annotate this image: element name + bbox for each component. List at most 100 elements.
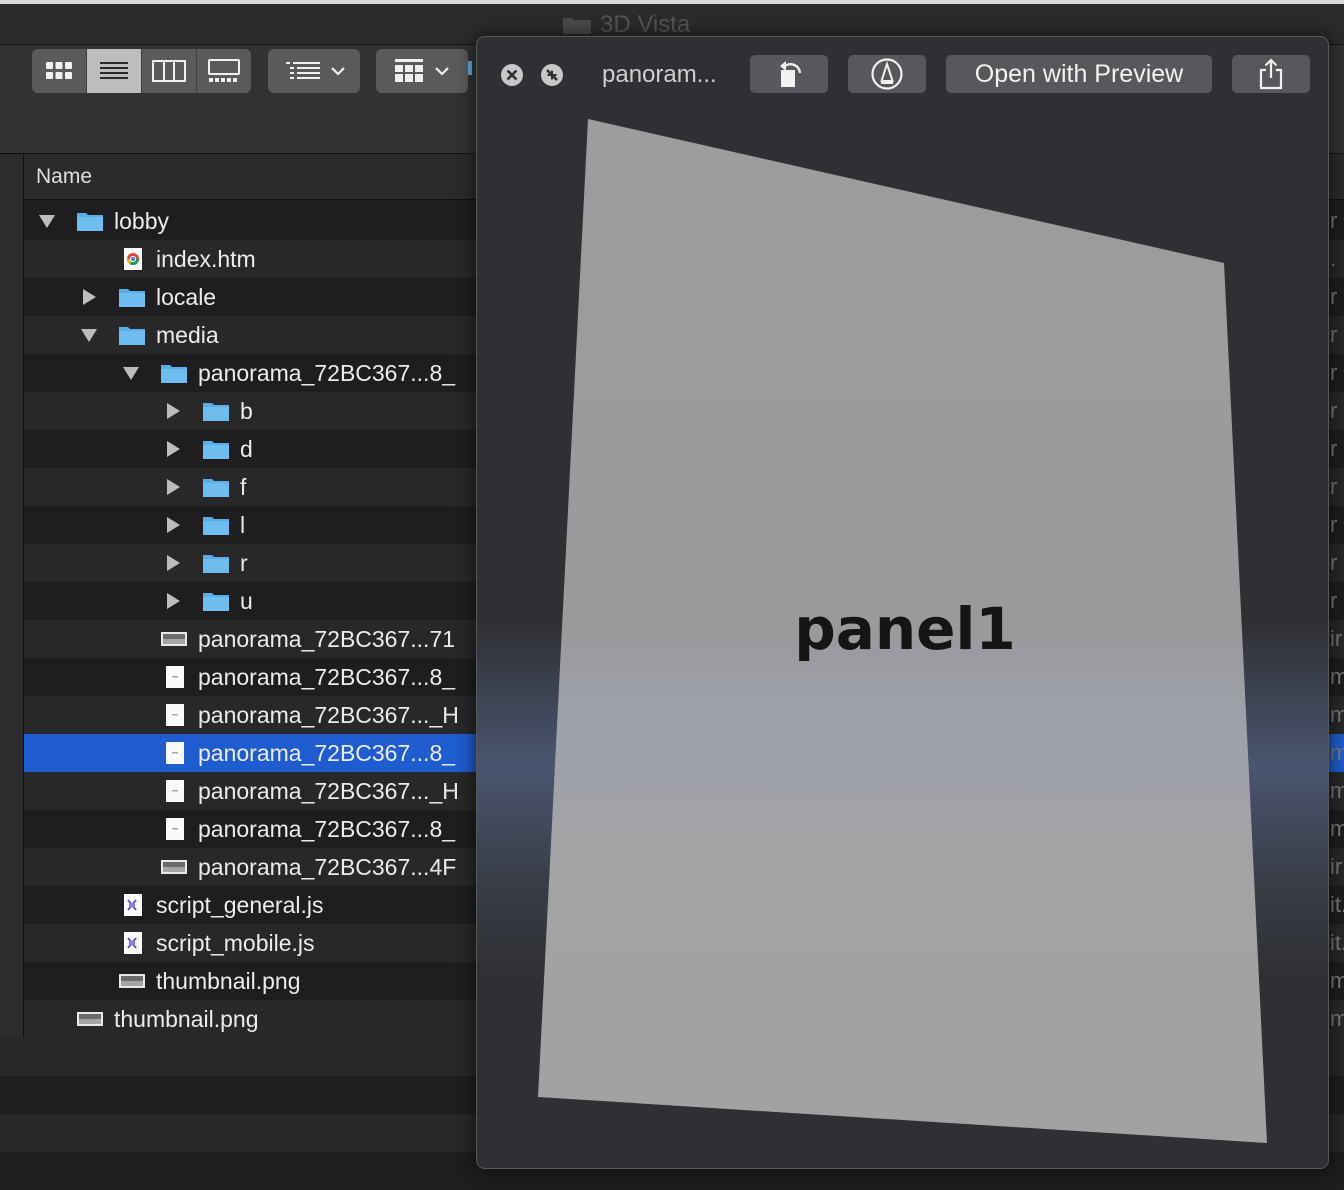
kind-column-fragment: ir [1330, 626, 1343, 651]
share-button[interactable] [1232, 55, 1310, 93]
kind-column-fragment: m [1330, 740, 1344, 765]
kind-column-fragment: r [1330, 360, 1338, 385]
preview-image: panel1 [538, 119, 1267, 1143]
list-icon [100, 62, 128, 79]
gallery-icon [208, 59, 240, 82]
file-name-label: r [240, 550, 248, 576]
folder-icon [119, 289, 145, 307]
blank-file-icon [166, 780, 184, 802]
blank-file-icon [166, 666, 184, 688]
file-name-label: thumbnail.png [114, 1006, 259, 1032]
image-file-icon [119, 974, 145, 988]
file-name-label: locale [156, 284, 217, 310]
blank-file-icon [166, 742, 184, 764]
kind-column-fragment: it. [1330, 930, 1344, 955]
file-name-label: panorama_72BC367...8_ [198, 360, 456, 386]
disclosure-open-icon[interactable] [80, 327, 98, 343]
rotate-left-icon [780, 61, 802, 87]
close-icon[interactable] [500, 63, 524, 87]
file-name-label: f [240, 474, 247, 500]
file-name-label: panorama_72BC367...4F [198, 854, 457, 880]
panel-text: panel1 [794, 595, 1016, 663]
file-name-label: thumbnail.png [156, 968, 301, 994]
file-name-label: b [240, 398, 253, 424]
file-name-label: lobby [114, 208, 169, 234]
js-file-icon [124, 932, 142, 954]
folder-icon [203, 441, 229, 459]
file-name-label: l [240, 512, 246, 538]
column-view-button[interactable] [142, 49, 197, 93]
disclosure-closed-icon[interactable] [80, 289, 98, 305]
file-name-label: panorama_72BC367..._H [198, 702, 459, 728]
columns-icon [152, 60, 186, 82]
file-name-label: panorama_72BC367...8_ [198, 816, 456, 842]
disclosure-closed-icon[interactable] [164, 555, 182, 571]
kind-column-fragment: r [1330, 588, 1338, 613]
disclosure-open-icon[interactable] [122, 365, 140, 381]
list-view-button[interactable] [87, 49, 142, 93]
file-name-label: script_mobile.js [156, 930, 315, 956]
kind-column-fragment: r [1330, 398, 1338, 423]
folder-icon [203, 517, 229, 535]
disclosure-closed-icon[interactable] [164, 441, 182, 457]
kind-column-fragment: m [1330, 1006, 1344, 1031]
disclosure-closed-icon[interactable] [164, 479, 182, 495]
kind-column-fragment: r [1330, 550, 1338, 575]
disclosure-closed-icon[interactable] [164, 403, 182, 419]
blank-file-icon [166, 818, 184, 840]
kind-column-fragment: m [1330, 664, 1344, 689]
gallery-view-button[interactable] [197, 49, 251, 93]
image-file-icon [77, 1012, 103, 1026]
chrome-file-icon [124, 248, 142, 270]
file-name-label: script_general.js [156, 892, 324, 918]
open-with-preview-label: Open with Preview [974, 59, 1184, 88]
folder-icon [203, 403, 229, 421]
kind-column-fragment: r [1330, 208, 1338, 233]
folder-icon [119, 327, 145, 345]
quicklook-title: panoram... [602, 61, 717, 88]
file-name-label: index.htm [156, 246, 256, 272]
open-with-preview-button[interactable]: Open with Preview [946, 55, 1212, 93]
disclosure-closed-icon[interactable] [164, 593, 182, 609]
disclosure-closed-icon[interactable] [164, 517, 182, 533]
image-file-icon [161, 632, 187, 646]
kind-column-fragment: m [1330, 816, 1344, 841]
blank-file-icon [166, 704, 184, 726]
quicklook-panel: panoram... Open with Preview panel1 [476, 36, 1329, 1169]
kind-column-fragment: r [1330, 474, 1338, 499]
exit-fullscreen-icon[interactable] [540, 63, 564, 87]
folder-icon [161, 365, 187, 383]
icon-view-button[interactable] [32, 49, 87, 93]
disclosure-open-icon[interactable] [38, 213, 56, 229]
file-name-label: media [156, 322, 219, 348]
titlebar-top-edge [0, 0, 1344, 4]
kind-column-fragment: r [1330, 322, 1338, 347]
group-popup-button[interactable] [376, 49, 468, 93]
kind-column-fragment: r [1330, 284, 1338, 309]
file-name-label: d [240, 436, 253, 462]
folder-icon [203, 479, 229, 497]
kind-column-fragment: ir [1330, 854, 1343, 879]
file-name-label: u [240, 588, 253, 614]
view-mode-segmented-control [32, 49, 251, 93]
file-name-label: panorama_72BC367...8_ [198, 664, 456, 690]
folder-icon [203, 593, 229, 611]
rotate-button[interactable] [750, 55, 828, 93]
markup-pen-icon [871, 58, 903, 90]
markup-button[interactable] [848, 55, 926, 93]
grid-icon [46, 62, 72, 79]
file-name-label: panorama_72BC367...8_ [198, 740, 456, 766]
kind-column-fragment: m [1330, 968, 1344, 993]
arrange-popup-button[interactable] [268, 49, 360, 93]
folder-icon [563, 18, 591, 34]
file-name-label: panorama_72BC367..._H [198, 778, 459, 804]
quicklook-preview-area: panel1 [477, 111, 1328, 1168]
kind-column-fragment: m [1330, 702, 1344, 727]
chevron-down-icon [435, 67, 449, 76]
name-column-header[interactable]: Name [36, 154, 92, 199]
group-grid-icon [395, 59, 423, 82]
arrange-list-icon [286, 62, 320, 79]
folder-icon [203, 555, 229, 573]
js-file-icon [124, 894, 142, 916]
quicklook-toolbar: panoram... Open with Preview [477, 37, 1328, 111]
